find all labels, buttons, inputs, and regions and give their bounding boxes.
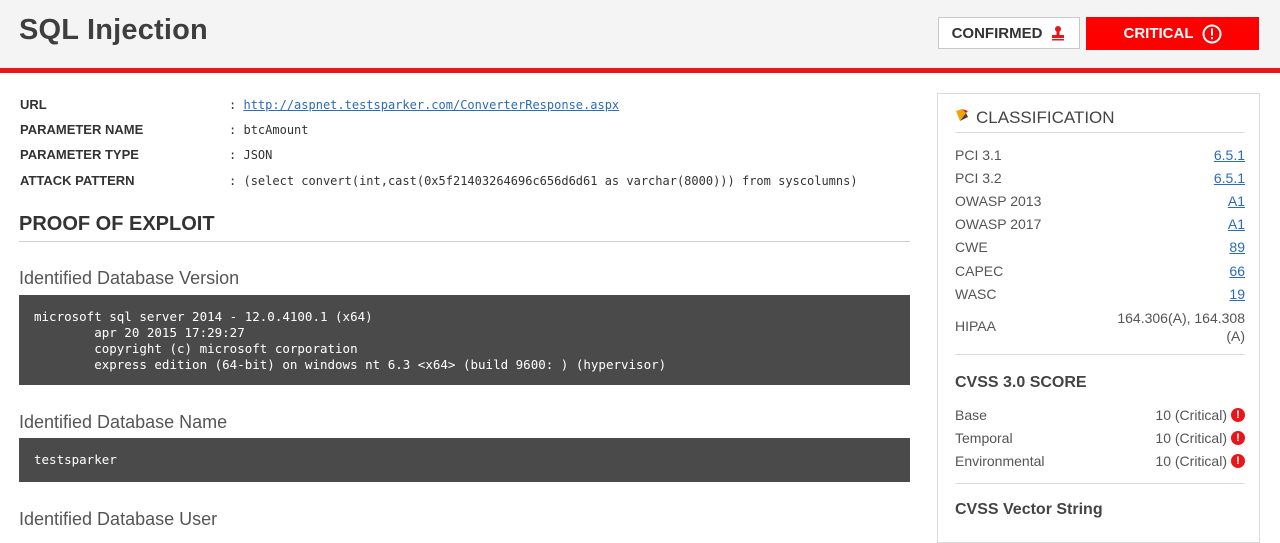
separator: : <box>229 123 237 137</box>
classification-row-wasc: WASC 19 <box>955 286 1245 306</box>
db-version-heading: Identified Database Version <box>19 268 240 288</box>
code-line: microsoft sql server 2014 - 12.0.4100.1 … <box>34 309 373 324</box>
classification-link[interactable]: 19 <box>1229 286 1245 302</box>
exclamation-icon: ! <box>1231 431 1245 445</box>
classification-row-cwe: CWE 89 <box>955 239 1245 259</box>
info-row-attack-pattern: ATTACK PATTERN : (select convert(int,cas… <box>20 173 900 193</box>
db-version-code-block: microsoft sql server 2014 - 12.0.4100.1 … <box>19 295 910 385</box>
attack-pattern-value: (select convert(int,cast(0x5f21403264696… <box>243 174 858 188</box>
cvss-key: Base <box>955 407 987 423</box>
page-title: SQL Injection <box>19 14 208 46</box>
cvss-key: Temporal <box>955 430 1013 446</box>
exclamation-icon: ! <box>1231 454 1245 468</box>
confirmed-label: CONFIRMED <box>951 24 1043 42</box>
cvss-value: 10 (Critical) <box>1155 453 1227 469</box>
header-accent-line <box>0 68 1280 73</box>
classification-key: WASC <box>955 286 997 302</box>
stamp-icon <box>1050 25 1066 41</box>
classification-link[interactable]: A1 <box>1228 216 1245 232</box>
db-name-heading: Identified Database Name <box>19 412 228 432</box>
classification-key: PCI 3.2 <box>955 170 1002 186</box>
alert-circle-icon <box>1202 24 1222 44</box>
divider <box>955 132 1245 133</box>
classification-icon <box>955 108 970 128</box>
classification-key: CAPEC <box>955 263 1004 279</box>
classification-heading: CLASSIFICATION <box>955 108 1115 128</box>
critical-label: CRITICAL <box>1123 25 1194 42</box>
classification-row-owasp-2017: OWASP 2017 A1 <box>955 216 1245 236</box>
cvss-vector-heading: CVSS Vector String <box>955 501 1103 518</box>
classification-row-capec: CAPEC 66 <box>955 263 1245 283</box>
classification-link[interactable]: 6.5.1 <box>1214 147 1245 163</box>
classification-key: OWASP 2017 <box>955 216 1042 232</box>
divider <box>955 483 1245 484</box>
cvss-score-heading: CVSS 3.0 SCORE <box>955 374 1087 391</box>
code-line: testsparker <box>34 452 117 467</box>
classification-link[interactable]: A1 <box>1228 193 1245 209</box>
confirmed-badge[interactable]: CONFIRMED <box>938 17 1080 49</box>
classification-key: CWE <box>955 239 988 255</box>
info-row-parameter-type: PARAMETER TYPE : JSON <box>20 147 900 167</box>
classification-link[interactable]: 164.306(A), 164.308 (A) <box>1117 310 1245 344</box>
code-line: apr 20 2015 17:29:27 <box>34 325 245 340</box>
separator: : <box>229 148 237 162</box>
classification-key: PCI 3.1 <box>955 147 1002 163</box>
parameter-name-value: btcAmount <box>243 123 309 137</box>
divider <box>19 241 910 242</box>
db-name-code-block: testsparker <box>19 438 910 482</box>
cvss-value: 10 (Critical) <box>1155 430 1227 446</box>
classification-title: CLASSIFICATION <box>976 108 1115 127</box>
classification-row-pci-32: PCI 3.2 6.5.1 <box>955 170 1245 190</box>
info-row-url: URL : http://aspnet.testsparker.com/Conv… <box>20 97 900 117</box>
code-line: copyright (c) microsoft corporation <box>34 341 358 356</box>
classification-row-pci-31: PCI 3.1 6.5.1 <box>955 147 1245 167</box>
separator: : <box>229 98 237 112</box>
classification-link[interactable]: 89 <box>1229 239 1245 255</box>
classification-row-hipaa: HIPAA 164.306(A), 164.308 (A) <box>955 310 1245 344</box>
cvss-row-temporal: Temporal 10 (Critical)! <box>955 430 1245 450</box>
classification-link[interactable]: 66 <box>1229 263 1245 279</box>
exclamation-icon: ! <box>1231 408 1245 422</box>
separator: : <box>229 174 237 188</box>
cvss-value: 10 (Critical) <box>1155 407 1227 423</box>
divider <box>955 354 1245 355</box>
classification-key: OWASP 2013 <box>955 193 1042 209</box>
parameter-type-label: PARAMETER TYPE <box>20 147 139 162</box>
critical-badge[interactable]: CRITICAL <box>1086 17 1259 50</box>
cvss-row-environmental: Environmental 10 (Critical)! <box>955 453 1245 473</box>
attack-pattern-label: ATTACK PATTERN <box>20 173 135 188</box>
url-label: URL <box>20 97 47 112</box>
code-line: express edition (64-bit) on windows nt 6… <box>34 357 667 372</box>
classification-key: HIPAA <box>955 318 996 334</box>
cvss-key: Environmental <box>955 453 1045 469</box>
classification-row-owasp-2013: OWASP 2013 A1 <box>955 193 1245 213</box>
classification-link[interactable]: 6.5.1 <box>1214 170 1245 186</box>
parameter-type-value: JSON <box>243 148 273 162</box>
url-link[interactable]: http://aspnet.testsparker.com/ConverterR… <box>243 98 619 112</box>
parameter-name-label: PARAMETER NAME <box>20 122 144 137</box>
proof-of-exploit-heading: PROOF OF EXPLOIT <box>19 213 215 235</box>
cvss-row-base: Base 10 (Critical)! <box>955 407 1245 427</box>
info-row-parameter-name: PARAMETER NAME : btcAmount <box>20 122 900 142</box>
